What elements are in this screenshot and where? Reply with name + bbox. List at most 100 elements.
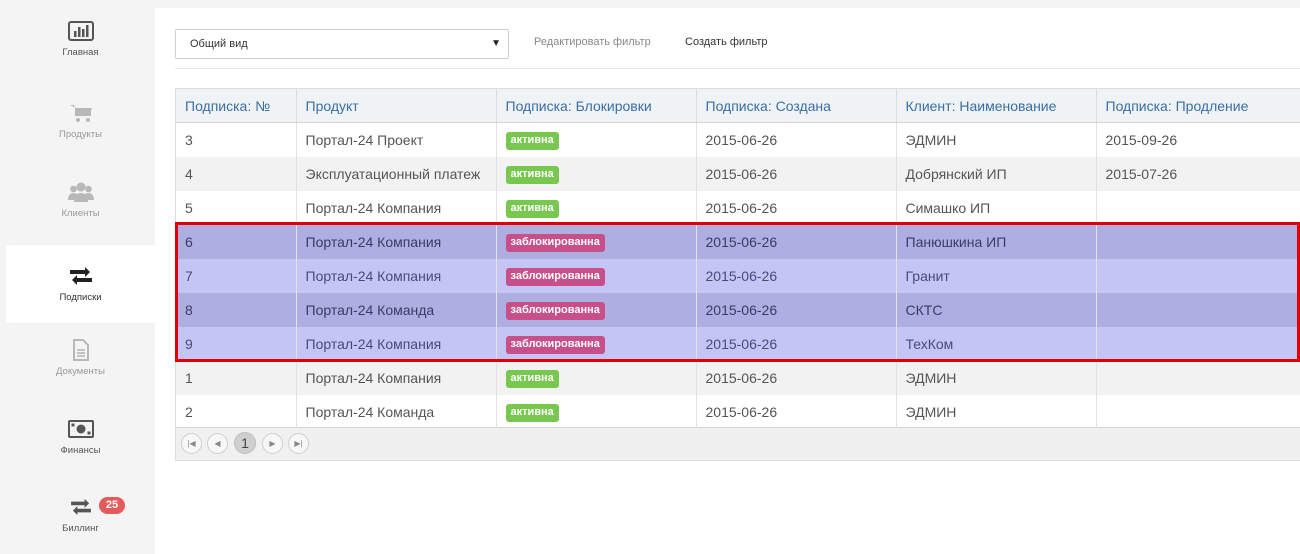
status-badge: активна xyxy=(505,199,559,218)
column-header[interactable]: Подписка: № xyxy=(176,89,297,123)
next-page-icon[interactable]: ▶ xyxy=(262,433,283,454)
current-page-button[interactable]: 1 xyxy=(234,432,256,454)
bar-chart-icon xyxy=(67,20,94,42)
table-row[interactable]: 8 Портал-24 Команда заблокированна 2015-06-… xyxy=(176,292,1300,327)
main-panel: Общий вид ▼ Редактировать фильтр Создать… xyxy=(155,8,1300,554)
retweet-icon xyxy=(68,496,94,518)
cell-renewal xyxy=(1096,258,1300,293)
cell-number: 6 xyxy=(176,224,297,259)
cell-product: Портал-24 Команда xyxy=(296,292,497,327)
cell-renewal xyxy=(1096,394,1300,429)
sidebar-item-billing[interactable]: Биллинг xyxy=(6,476,155,554)
cell-client: Симашко ИП xyxy=(896,190,1097,225)
cell-renewal xyxy=(1096,224,1300,259)
edit-filter-link[interactable]: Редактировать фильтр xyxy=(534,36,651,48)
cell-renewal: 2015-09-26 xyxy=(1096,122,1300,157)
sidebar-item-label: Биллинг xyxy=(62,523,99,534)
cell-renewal: 2015-07-26 xyxy=(1096,156,1300,191)
table-row[interactable]: 4 Эксплуатационный платеж активна 2015-06-2… xyxy=(176,156,1300,191)
table-row[interactable]: 6 Портал-24 Компания заблокированна 2015-06… xyxy=(176,224,1300,259)
cell-client: ТехКом xyxy=(896,326,1097,361)
table-row[interactable]: 5 Портал-24 Компания активна 2015-06-26 Сима… xyxy=(176,190,1300,225)
first-page-icon[interactable]: |◀ xyxy=(181,433,202,454)
cell-created: 2015-06-26 xyxy=(696,326,897,361)
sidebar-item-documents[interactable]: Документы xyxy=(6,319,155,397)
cell-product: Портал-24 Компания xyxy=(296,258,497,293)
status-badge: заблокированна xyxy=(505,301,605,320)
cell-client: ЭДМИН xyxy=(896,122,1097,157)
column-header[interactable]: Подписка: Продление xyxy=(1096,89,1300,123)
view-select[interactable]: Общий вид ▼ xyxy=(175,29,509,59)
cell-client: Гранит xyxy=(896,258,1097,293)
cell-created: 2015-06-26 xyxy=(696,394,897,429)
cell-created: 2015-06-26 xyxy=(696,292,897,327)
view-select-value: Общий вид xyxy=(190,38,248,50)
sidebar-item-subscriptions[interactable]: Подписки xyxy=(6,245,155,323)
cell-number: 9 xyxy=(176,326,297,361)
cell-status: активна xyxy=(496,360,697,395)
cell-number: 1 xyxy=(176,360,297,395)
cell-product: Портал-24 Проект xyxy=(296,122,497,157)
divider xyxy=(175,68,1300,69)
users-icon xyxy=(67,181,94,203)
cell-client: ЭДМИН xyxy=(896,360,1097,395)
cell-client: Панюшкина ИП xyxy=(896,224,1097,259)
cell-product: Портал-24 Компания xyxy=(296,326,497,361)
table-row[interactable]: 7 Портал-24 Компания заблокированна 2015-06… xyxy=(176,258,1300,293)
money-icon xyxy=(67,418,94,440)
status-badge: заблокированна xyxy=(505,335,605,354)
dropdown-caret-icon: ▼ xyxy=(491,38,501,49)
status-badge: активна xyxy=(505,165,559,184)
billing-count-badge: 25 xyxy=(99,497,125,514)
sidebar-item-products[interactable]: Продукты xyxy=(6,82,155,160)
column-header[interactable]: Подписка: Блокировки xyxy=(496,89,697,123)
cell-number: 7 xyxy=(176,258,297,293)
column-header[interactable]: Подписка: Создана xyxy=(696,89,897,123)
table-row[interactable]: 1 Портал-24 Компания активна 2015-06-26 ЭДМИ… xyxy=(176,360,1300,395)
cell-renewal xyxy=(1096,190,1300,225)
column-header[interactable]: Клиент: Наименование xyxy=(896,89,1097,123)
cell-renewal xyxy=(1096,360,1300,395)
prev-page-icon[interactable]: ◀ xyxy=(207,433,228,454)
table-row[interactable]: 9 Портал-24 Компания заблокированна 2015-06… xyxy=(176,326,1300,361)
pagination-bar: |◀ ◀ 1 ▶ ▶| xyxy=(176,427,1300,460)
cell-number: 5 xyxy=(176,190,297,225)
cell-created: 2015-06-26 xyxy=(696,122,897,157)
status-badge: активна xyxy=(505,131,559,150)
table-row[interactable]: 2 Портал-24 Команда активна 2015-06-26 ЭДМИН xyxy=(176,394,1300,429)
cell-status: активна xyxy=(496,122,697,157)
cell-status: заблокированна xyxy=(496,292,697,327)
cell-product: Портал-24 Компания xyxy=(296,224,497,259)
cart-icon xyxy=(68,102,94,124)
cell-product: Эксплуатационный платеж xyxy=(296,156,497,191)
table-header-row: Подписка: № Продукт Подписка: Блокировки… xyxy=(176,89,1300,123)
cell-number: 2 xyxy=(176,394,297,429)
cell-created: 2015-06-26 xyxy=(696,224,897,259)
table-row[interactable]: 3 Портал-24 Проект активна 2015-06-26 ЭДМИН 2… xyxy=(176,122,1300,157)
sidebar-item-clients[interactable]: Клиенты xyxy=(6,161,155,239)
sidebar-item-finance[interactable]: Финансы xyxy=(6,398,155,476)
sidebar-item-home[interactable]: Главная xyxy=(6,0,155,78)
cell-created: 2015-06-26 xyxy=(696,258,897,293)
cell-created: 2015-06-26 xyxy=(696,156,897,191)
cell-created: 2015-06-26 xyxy=(696,360,897,395)
cell-product: Портал-24 Команда xyxy=(296,394,497,429)
column-header[interactable]: Продукт xyxy=(296,89,497,123)
cell-renewal xyxy=(1096,326,1300,361)
sidebar-item-label: Подписки xyxy=(59,292,102,303)
cell-status: заблокированна xyxy=(496,258,697,293)
cell-status: заблокированна xyxy=(496,224,697,259)
last-page-icon[interactable]: ▶| xyxy=(288,433,309,454)
cell-client: ЭДМИН xyxy=(896,394,1097,429)
create-filter-link[interactable]: Создать фильтр xyxy=(685,36,768,48)
sidebar-item-label: Документы xyxy=(56,366,105,377)
cell-status: заблокированна xyxy=(496,326,697,361)
sidebar: Главная Продукты Клиенты Подписки Докуме… xyxy=(0,0,155,554)
cell-client: Добрянский ИП xyxy=(896,156,1097,191)
sidebar-item-label: Продукты xyxy=(59,129,102,140)
status-badge: активна xyxy=(505,369,559,388)
status-badge: заблокированна xyxy=(505,233,605,252)
cell-client: СКТС xyxy=(896,292,1097,327)
cell-created: 2015-06-26 xyxy=(696,190,897,225)
cell-product: Портал-24 Компания xyxy=(296,190,497,225)
